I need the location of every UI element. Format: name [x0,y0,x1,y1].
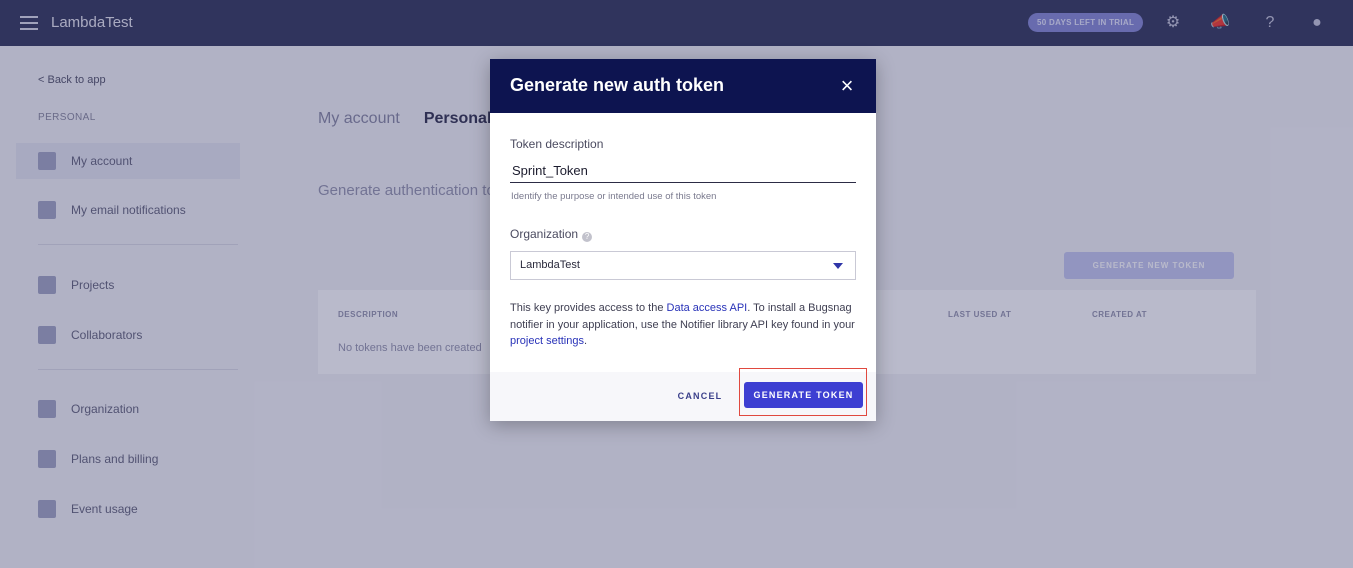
question-circle-icon[interactable]: ? [582,232,593,242]
organization-label: Organization [510,227,579,241]
project-settings-link[interactable]: project settings [510,335,584,347]
dialog-footer: CANCEL GENERATE TOKEN [490,368,876,421]
organization-select[interactable]: LambdaTest [510,251,856,280]
info-text: This key provides access to the Data acc… [510,300,856,350]
close-icon[interactable]: × [836,73,858,99]
organization-selected-value: LambdaTest [520,259,580,271]
generate-token-button[interactable]: GENERATE TOKEN [744,382,863,408]
token-description-hint: Identify the purpose or intended use of … [511,191,717,202]
info-text-part: This key provides access to the [510,302,667,314]
token-description-label: Token description [510,137,604,151]
organization-label-row: Organization? [510,227,593,242]
generate-token-dialog: Generate new auth token × Token descript… [490,59,876,421]
dialog-header: Generate new auth token × [490,59,876,113]
caret-down-icon [833,263,843,269]
dialog-title: Generate new auth token [510,75,725,95]
cancel-button[interactable]: CANCEL [672,387,728,405]
token-description-input[interactable] [510,159,856,183]
info-text-part: . [583,335,588,347]
data-access-api-link[interactable]: Data access API [667,302,748,314]
